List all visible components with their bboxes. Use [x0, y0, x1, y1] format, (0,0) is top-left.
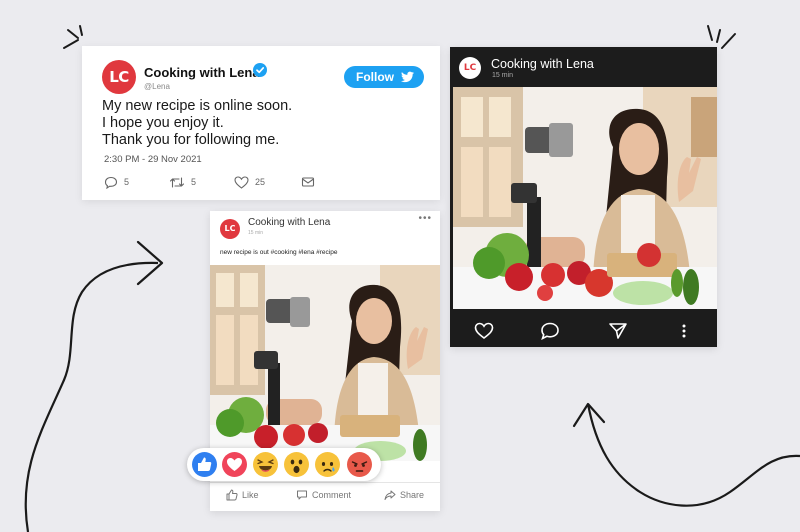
avatar[interactable]: LC [102, 60, 136, 94]
wow-reaction-icon[interactable] [284, 452, 309, 477]
comment-icon[interactable] [540, 322, 560, 340]
account-handle: @Lena [144, 82, 170, 91]
like-button[interactable]: Like [226, 489, 259, 501]
share-icon[interactable] [608, 322, 628, 340]
photo-illustration [453, 87, 717, 309]
comment-label: Comment [312, 490, 352, 500]
tweet-timestamp: 2:30 PM - 29 Nov 2021 [104, 154, 202, 165]
retweet-button[interactable]: 5 [169, 175, 196, 189]
avatar[interactable]: LC [459, 57, 481, 79]
love-reaction-icon[interactable] [222, 452, 247, 477]
avatar[interactable]: LC [220, 219, 240, 239]
like-reaction-icon[interactable] [192, 452, 217, 477]
tweet-line: My new recipe is online soon. [102, 98, 293, 114]
post-photo [453, 87, 717, 309]
retweet-icon [169, 176, 185, 188]
tweet-line: I hope you enjoy it. [102, 115, 224, 131]
more-icon[interactable]: ••• [418, 213, 432, 224]
post-time: 15 min [492, 72, 514, 79]
reply-button[interactable]: 5 [104, 175, 129, 189]
post-text: new recipe is out #cooking #lena #recipe [220, 249, 338, 256]
share-label: Share [400, 490, 425, 500]
twitter-bird-icon [401, 71, 414, 83]
curved-arrow-right [572, 402, 800, 507]
post-time: 15 min [248, 230, 264, 236]
twitter-post-card: LC Cooking with Lena @Lena Follow My new… [82, 46, 440, 200]
like-label: Like [242, 490, 259, 500]
comment-icon [297, 490, 307, 500]
verified-icon [253, 63, 267, 77]
sad-reaction-icon[interactable] [315, 452, 340, 477]
share-button[interactable]: Share [384, 489, 424, 501]
like-count: 25 [255, 177, 266, 187]
reply-icon [104, 176, 118, 189]
instagram-post-card: LC Cooking with Lena 15 min [450, 47, 717, 347]
tweet-line: Thank you for following me. [102, 132, 280, 148]
heart-icon [234, 175, 249, 189]
thumbs-up-icon [226, 489, 238, 501]
post-photo [210, 265, 440, 461]
divider [210, 482, 440, 483]
comment-button[interactable]: Comment [296, 489, 351, 501]
follow-button[interactable]: Follow [344, 66, 424, 88]
more-icon[interactable] [680, 322, 688, 340]
like-button[interactable]: 25 [234, 175, 265, 189]
reply-count: 5 [124, 177, 130, 187]
haha-reaction-icon[interactable] [253, 452, 278, 477]
follow-label: Follow [356, 70, 394, 84]
account-name[interactable]: Cooking with Lena [144, 65, 260, 80]
message-icon [301, 177, 315, 187]
photo-illustration [210, 265, 440, 461]
tweet-text: My new recipe is online soon. I hope you… [102, 98, 292, 149]
account-name[interactable]: Cooking with Lena [491, 57, 594, 71]
retweet-count: 5 [191, 177, 197, 187]
reactions-bar [187, 448, 381, 481]
account-name[interactable]: Cooking with Lena [248, 217, 330, 228]
share-icon [384, 490, 396, 500]
curved-arrow-left [24, 240, 164, 532]
heart-icon[interactable] [474, 322, 494, 340]
angry-reaction-icon[interactable] [347, 452, 372, 477]
message-button[interactable] [301, 175, 315, 189]
